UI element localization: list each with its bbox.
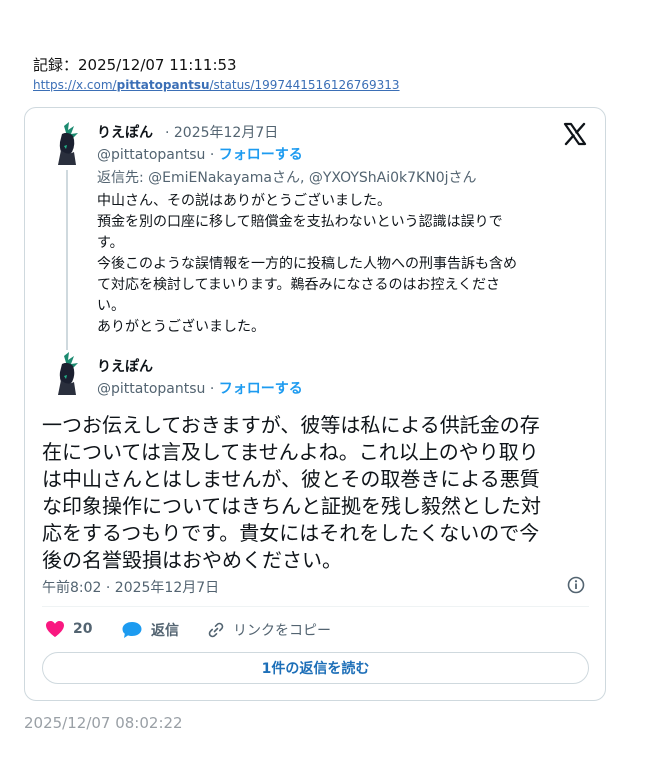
url-prefix: https://x.com/ — [33, 78, 117, 92]
avatar[interactable] — [52, 352, 82, 396]
follow-button[interactable]: フォローする — [219, 381, 303, 397]
main-tweet-text: 一つお伝えしておきますが、彼等は私による供託金の存 在については言及してませんよ… — [42, 413, 541, 572]
thread-line — [66, 170, 68, 350]
like-count: 20 — [73, 621, 93, 637]
info-icon[interactable] — [567, 576, 585, 594]
follow-button[interactable]: フォローする — [219, 147, 303, 163]
author-name[interactable]: りえぽん — [97, 356, 153, 376]
avatar[interactable] — [52, 122, 82, 166]
copy-link-label: リンクをコピー — [233, 623, 331, 639]
capture-timestamp: 2025/12/07 08:02:22 — [24, 714, 183, 732]
url-user: pittatopantsu — [116, 78, 210, 92]
author-name[interactable]: りえぽん — [97, 122, 153, 142]
heart-icon — [46, 621, 64, 637]
tweet-embed-card: りえぽん · 2025年12月7日 @pittatopantsu · フォローす… — [24, 107, 606, 701]
tweet-url-link[interactable]: https://x.com/pittatopantsu/status/19974… — [33, 78, 400, 92]
divider — [42, 606, 589, 607]
link-icon — [208, 622, 224, 638]
record-timestamp: 記録：2025/12/07 11:11:53 — [33, 56, 237, 74]
reply-button[interactable]: 返信 — [121, 620, 179, 640]
like-button[interactable]: 20 — [45, 620, 92, 638]
author-handle-row: @pittatopantsu · フォローする — [97, 378, 303, 398]
reply-to-label: 返信先: @EmiENakayamaさん, @YXOYShAi0k7KN0jさん — [97, 170, 477, 186]
author-handle-row: @pittatopantsu · フォローする — [97, 144, 303, 164]
author-handle[interactable]: @pittatopantsu · — [97, 381, 214, 397]
quoted-tweet-text: 中山さん、その説はありがとうございました。 預金を別の口座に移して賠償金を支払わ… — [97, 193, 517, 335]
author-handle[interactable]: @pittatopantsu · — [97, 147, 214, 163]
reply-label: 返信 — [151, 623, 179, 639]
tweet-timestamp[interactable]: 午前8:02 · 2025年12月7日 — [42, 577, 219, 597]
copy-link-button[interactable]: リンクをコピー — [207, 620, 331, 640]
read-replies-button[interactable]: 1件の返信を読む — [42, 652, 589, 684]
x-logo-icon[interactable] — [563, 122, 587, 146]
reply-icon — [122, 622, 142, 638]
tweet-date: · 2025年12月7日 — [165, 125, 279, 141]
read-replies-label: 1件の返信を読む — [261, 661, 370, 677]
url-suffix: /status/1997441516126769313 — [209, 78, 400, 92]
